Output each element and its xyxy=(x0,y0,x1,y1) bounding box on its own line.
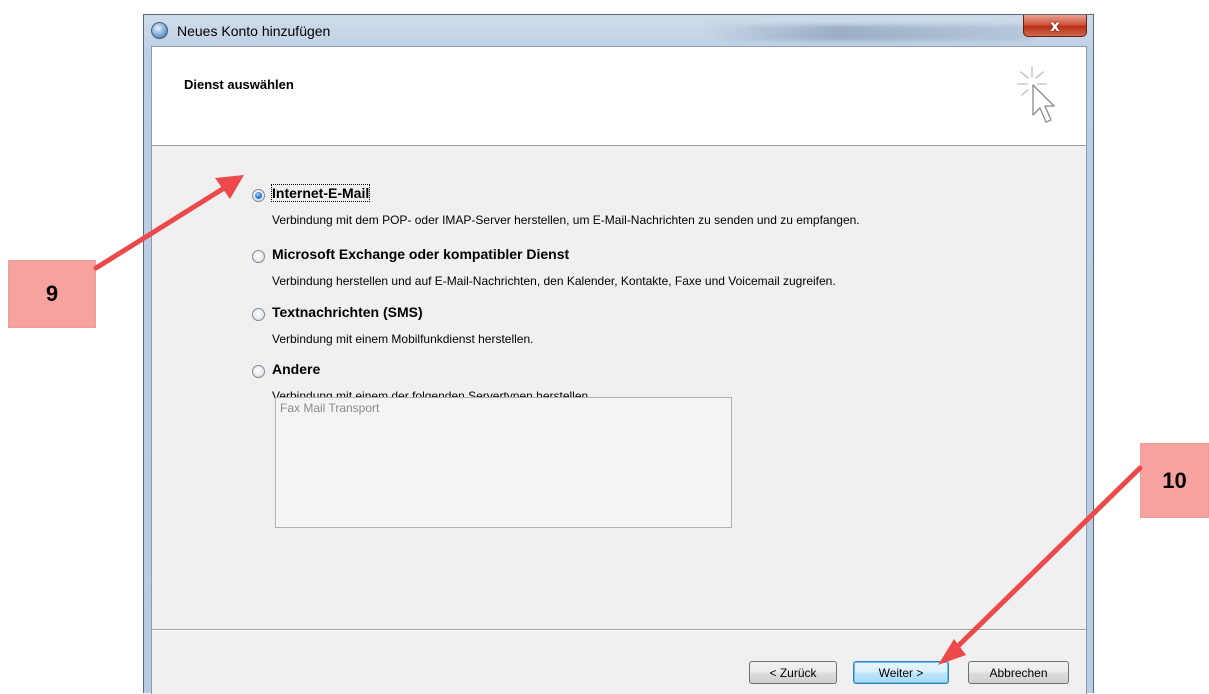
footer-divider xyxy=(152,629,1086,631)
cancel-button[interactable]: Abbrechen xyxy=(968,661,1069,684)
option-description-exchange: Verbindung herstellen und auf E-Mail-Nac… xyxy=(272,274,836,288)
list-item[interactable]: Fax Mail Transport xyxy=(280,401,379,415)
close-icon: x xyxy=(1050,16,1060,35)
option-label-sms[interactable]: Textnachrichten (SMS) xyxy=(272,304,423,320)
option-label-internet-email[interactable]: Internet-E-Mail xyxy=(270,184,371,202)
back-button-label: < Zurück xyxy=(769,665,817,680)
page-title: Dienst auswählen xyxy=(184,77,294,92)
wizard-pointer-icon xyxy=(1017,66,1055,123)
step-9-badge: 9 xyxy=(8,260,96,328)
cancel-button-label: Abbrechen xyxy=(989,665,1048,680)
next-button-label: Weiter > xyxy=(878,665,924,680)
option-label-other[interactable]: Andere xyxy=(272,361,320,377)
radio-other[interactable] xyxy=(252,365,265,378)
option-label-exchange[interactable]: Microsoft Exchange oder kompatibler Dien… xyxy=(272,246,569,262)
wizard-header: Dienst auswählen xyxy=(152,47,1086,146)
server-type-list[interactable]: Fax Mail Transport xyxy=(275,397,732,528)
outlook-globe-icon xyxy=(151,22,168,39)
title-bar[interactable]: Neues Konto hinzufügen x xyxy=(144,15,1093,45)
radio-sms[interactable] xyxy=(252,308,265,321)
client-area: Dienst auswählen Internet-E-Mail Verbind… xyxy=(151,46,1087,694)
option-description-sms: Verbindung mit einem Mobilfunkdienst her… xyxy=(272,332,534,346)
back-button[interactable]: < Zurück xyxy=(749,661,837,684)
window-title: Neues Konto hinzufügen xyxy=(177,23,331,39)
next-button[interactable]: Weiter > xyxy=(853,661,949,684)
step-10-badge: 10 xyxy=(1140,443,1209,518)
close-button[interactable]: x xyxy=(1023,15,1087,37)
background-window-blur xyxy=(704,25,1034,41)
radio-internet-email[interactable] xyxy=(252,189,265,202)
option-description-internet-email: Verbindung mit dem POP- oder IMAP-Server… xyxy=(272,213,860,227)
dialog-window: Neues Konto hinzufügen x Dienst auswähle… xyxy=(143,14,1094,694)
radio-exchange[interactable] xyxy=(252,250,265,263)
